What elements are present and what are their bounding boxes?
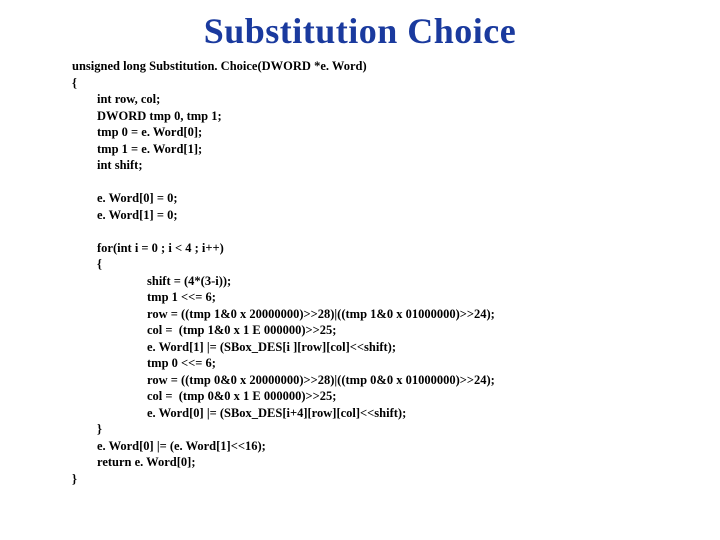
code-line: tmp 0 = e. Word[0]; [72, 125, 202, 139]
code-line: { [72, 257, 102, 271]
code-line: for(int i = 0 ; i < 4 ; i++) [72, 241, 224, 255]
code-line: row = ((tmp 0&0 x 20000000)>>28)|((tmp 0… [72, 373, 495, 387]
code-block: unsigned long Substitution. Choice(DWORD… [72, 58, 700, 487]
code-line: e. Word[0] = 0; [72, 191, 178, 205]
code-line: return e. Word[0]; [72, 455, 195, 469]
code-line: int row, col; [72, 92, 160, 106]
code-line: { [72, 76, 77, 90]
code-line: e. Word[0] |= (SBox_DES[i+4][row][col]<<… [72, 406, 406, 420]
code-line: e. Word[0] |= (e. Word[1]<<16); [72, 439, 266, 453]
code-line: col = (tmp 0&0 x 1 E 000000)>>25; [72, 389, 336, 403]
code-line: unsigned long Substitution. Choice(DWORD… [72, 59, 367, 73]
code-line: int shift; [72, 158, 143, 172]
code-line: tmp 1 = e. Word[1]; [72, 142, 202, 156]
code-line: e. Word[1] |= (SBox_DES[i ][row][col]<<s… [72, 340, 396, 354]
code-line: e. Word[1] = 0; [72, 208, 178, 222]
code-line: } [72, 422, 102, 436]
code-line: shift = (4*(3-i)); [72, 274, 231, 288]
code-line: col = (tmp 1&0 x 1 E 000000)>>25; [72, 323, 336, 337]
code-line: tmp 0 <<= 6; [72, 356, 216, 370]
code-line: tmp 1 <<= 6; [72, 290, 216, 304]
slide-title: Substitution Choice [0, 10, 720, 52]
code-line: row = ((tmp 1&0 x 20000000)>>28)|((tmp 1… [72, 307, 495, 321]
code-line: } [72, 472, 77, 486]
code-line: DWORD tmp 0, tmp 1; [72, 109, 222, 123]
slide: Substitution Choice unsigned long Substi… [0, 10, 720, 540]
